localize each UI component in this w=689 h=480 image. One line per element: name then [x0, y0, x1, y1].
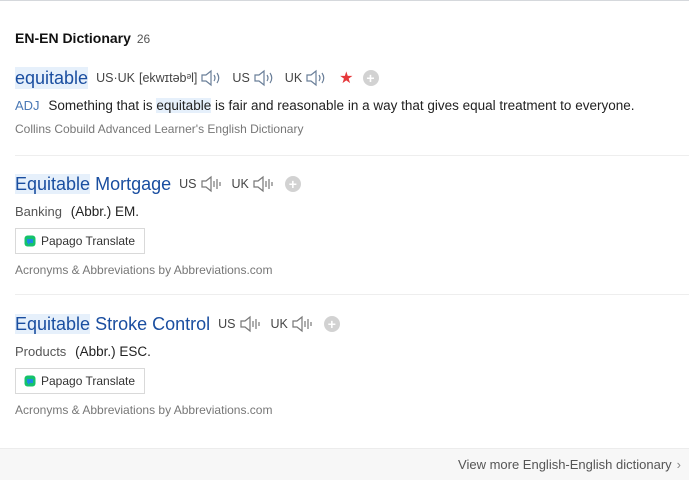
view-more-label: View more English-English dictionary: [458, 457, 672, 472]
pronunciation-us: US: [179, 174, 223, 194]
part-of-speech: ADJ: [15, 98, 40, 113]
papago-translate-button[interactable]: Papago Translate: [15, 228, 146, 254]
phonetic-text: [ekwɪtəbᵊl]: [138, 71, 198, 85]
add-icon[interactable]: +: [284, 176, 301, 192]
headword-rest: Stroke Control: [95, 314, 211, 334]
category-label: Banking: [15, 204, 62, 219]
headword-link[interactable]: equitable: [15, 67, 89, 89]
definition-text-end: is fair and reasonable in a way that giv…: [214, 98, 635, 113]
pronunciation-us-uk: US·UK [ekwɪtəbᵊl]: [96, 68, 224, 88]
us-label: US: [232, 71, 250, 85]
uk-label: UK: [270, 317, 288, 331]
result-count: 26: [136, 32, 151, 46]
chevron-right-icon: ›: [676, 457, 681, 472]
star-icon[interactable]: ★: [339, 68, 353, 88]
category-label: Products: [15, 344, 67, 359]
definition: Products (Abbr.) ESC.: [15, 344, 689, 359]
headword-highlight: Equitable: [15, 174, 91, 194]
view-more-link[interactable]: View more English-English dictionary ›: [458, 457, 681, 472]
headword-link[interactable]: Equitable Stroke Control: [15, 313, 210, 335]
pronunciation-us: US: [218, 314, 262, 334]
entry-headline: Equitable Stroke Control US UK +: [15, 312, 689, 336]
papago-translate-label: Papago Translate: [41, 374, 136, 388]
papago-translate-label: Papago Translate: [41, 234, 136, 248]
definition: Banking (Abbr.) EM.: [15, 204, 689, 219]
uk-label: UK: [284, 71, 303, 85]
section-header: EN-EN Dictionary 26: [15, 30, 150, 46]
top-divider: [0, 0, 689, 1]
dictionary-entry: equitable US·UK [ekwɪtəbᵊl] US UK ★ + AD…: [15, 66, 689, 136]
uk-label: UK: [231, 177, 249, 191]
papago-icon: [24, 235, 36, 247]
headword-rest: Mortgage: [95, 174, 172, 194]
source-label: Collins Cobuild Advanced Learner's Engli…: [15, 122, 304, 136]
speaker-icon[interactable]: [253, 68, 277, 88]
speaker-icon[interactable]: [239, 314, 263, 334]
speaker-icon[interactable]: [252, 174, 276, 194]
entry-divider: [15, 155, 689, 156]
us-label: US: [179, 177, 197, 191]
pron-label: US·UK: [96, 71, 135, 85]
source-label: Acronyms & Abbreviations by Abbreviation…: [15, 403, 273, 417]
add-icon[interactable]: +: [362, 70, 379, 86]
definition-text: (Abbr.) ESC.: [75, 344, 151, 359]
dictionary-entry: Equitable Mortgage US UK + Banking (Abbr…: [15, 172, 689, 277]
papago-translate-button[interactable]: Papago Translate: [15, 368, 146, 394]
speaker-icon[interactable]: [291, 314, 315, 334]
translate-row: Papago Translate: [15, 368, 689, 394]
pronunciation-uk: UK: [271, 314, 315, 334]
definition-text-start: Something that is: [48, 98, 153, 113]
definition-text: (Abbr.) EM.: [70, 204, 140, 219]
pronunciation-us: US: [232, 68, 276, 88]
pronunciation-uk: UK: [285, 68, 329, 88]
section-title: EN-EN Dictionary: [15, 30, 131, 46]
speaker-icon[interactable]: [200, 174, 224, 194]
entry-headline: Equitable Mortgage US UK +: [15, 172, 689, 196]
speaker-icon[interactable]: [200, 68, 224, 88]
headword-link[interactable]: Equitable Mortgage: [15, 173, 171, 195]
entry-divider: [15, 294, 689, 295]
add-icon[interactable]: +: [323, 316, 340, 332]
dictionary-entry: Equitable Stroke Control US UK + Product…: [15, 312, 689, 417]
speaker-icon[interactable]: [305, 68, 329, 88]
entry-headline: equitable US·UK [ekwɪtəbᵊl] US UK ★ +: [15, 66, 689, 90]
footer-bar: View more English-English dictionary ›: [0, 448, 689, 480]
translate-row: Papago Translate: [15, 228, 689, 254]
pronunciation-uk: UK: [232, 174, 276, 194]
definition: ADJ Something that is equitable is fair …: [15, 98, 689, 113]
us-label: US: [218, 317, 236, 331]
papago-icon: [24, 375, 36, 387]
source-label: Acronyms & Abbreviations by Abbreviation…: [15, 263, 273, 277]
headword-highlight: Equitable: [15, 314, 91, 334]
definition-highlight: equitable: [156, 98, 212, 113]
